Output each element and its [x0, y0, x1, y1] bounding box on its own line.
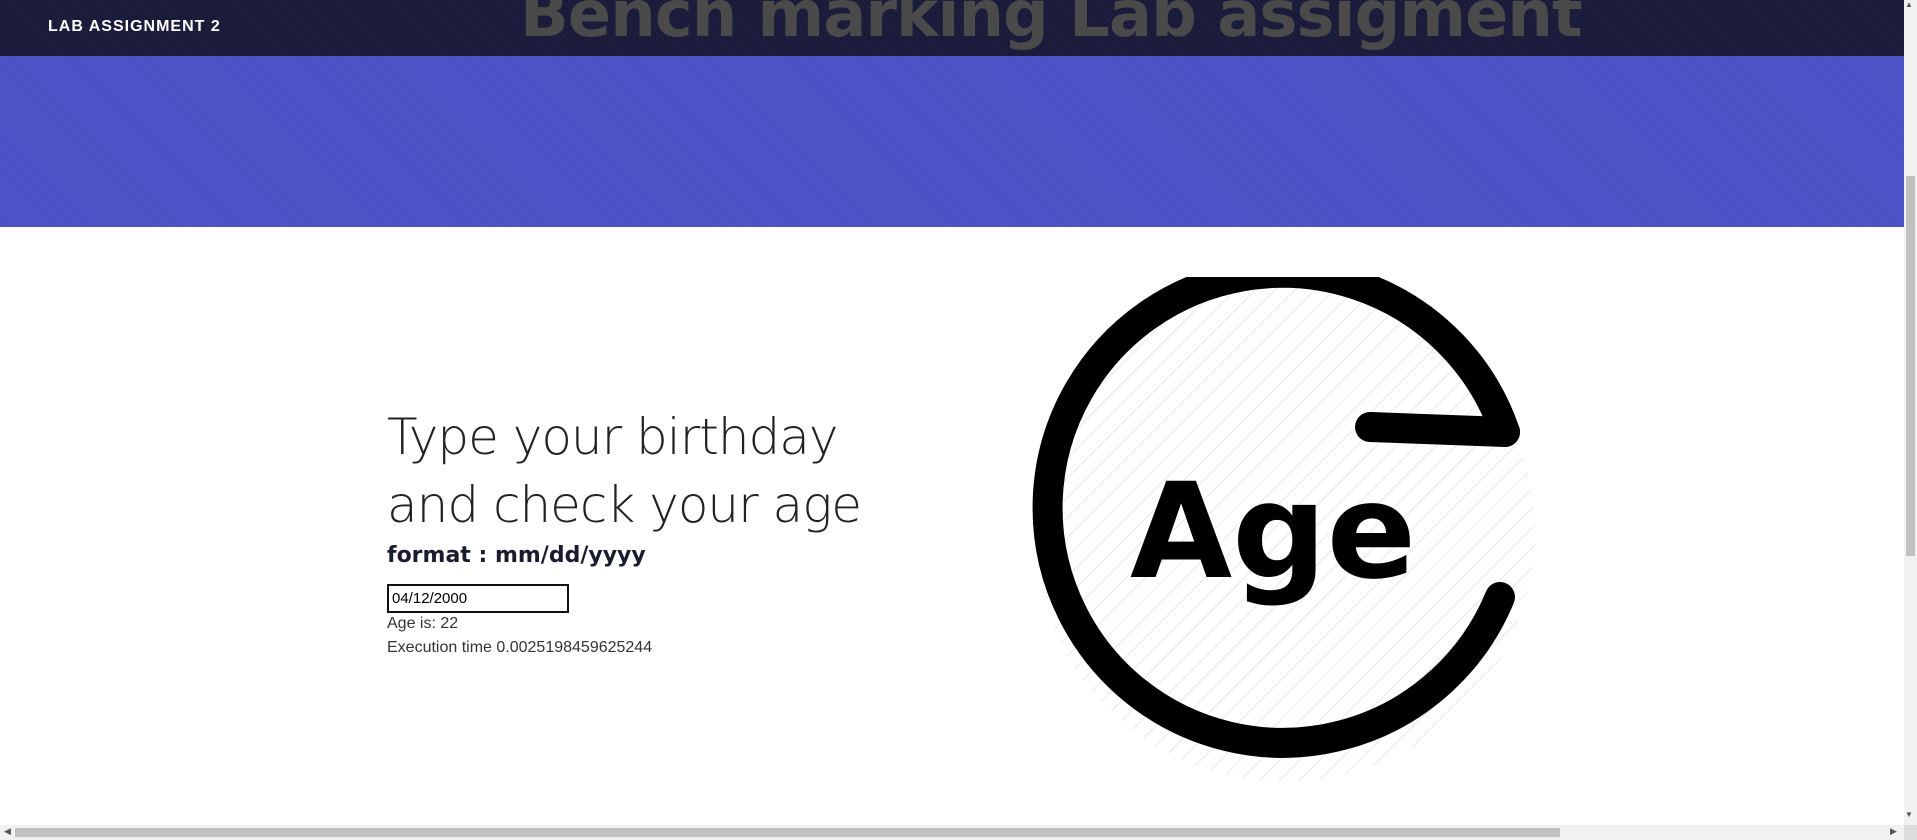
execution-time: Execution time 0.0025198459625244 — [387, 639, 653, 656]
heading-line-1: Type your birthday — [387, 408, 839, 466]
scrollbar-corner — [1904, 825, 1917, 840]
age-result: Age is: 22 — [387, 615, 459, 632]
nav-brand-link[interactable]: LAB ASSIGNMENT 2 — [48, 18, 221, 36]
logo-arrow-head — [1355, 412, 1520, 447]
birthday-input[interactable] — [387, 584, 569, 613]
scroll-up-arrow-icon[interactable]: ▲ — [1905, 0, 1913, 9]
main-content: Type your birthday and check your age fo… — [0, 227, 1904, 825]
vertical-scroll-thumb[interactable] — [1906, 176, 1915, 556]
logo-text: Age — [1130, 455, 1416, 609]
format-label: format : mm/dd/yyyy — [387, 543, 646, 568]
main-heading: Type your birthday and check your age — [387, 403, 907, 539]
scroll-down-arrow-icon[interactable]: ▼ — [1905, 810, 1913, 819]
horizontal-scroll-thumb[interactable] — [15, 828, 1560, 837]
age-logo-icon: Age — [1032, 277, 1535, 782]
scroll-left-arrow-icon[interactable]: ◀ — [4, 826, 11, 837]
heading-line-2: and check your age — [387, 476, 862, 534]
page-title-overlap: Bench marking Lab assigment — [520, 0, 1582, 52]
scroll-right-arrow-icon[interactable]: ▶ — [1890, 826, 1897, 837]
